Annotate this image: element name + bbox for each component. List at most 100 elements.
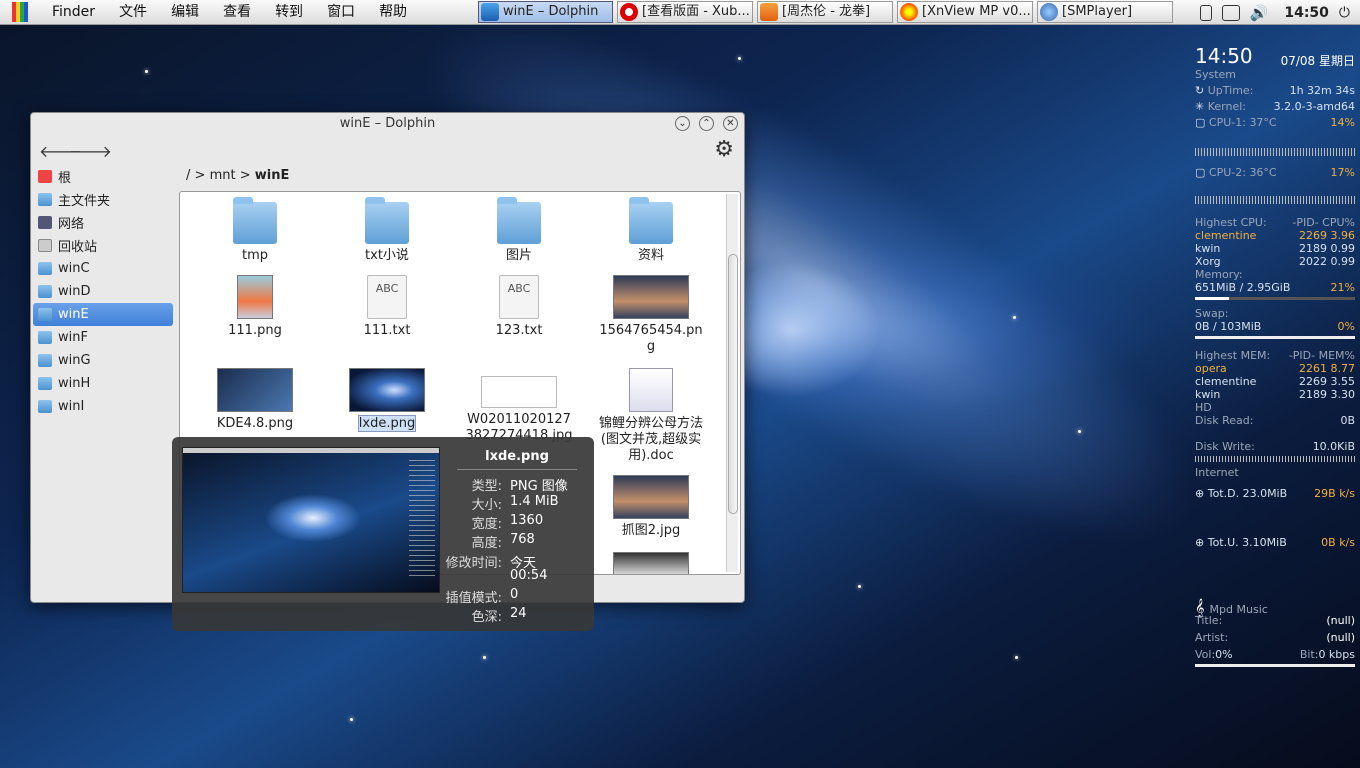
task-smplayer[interactable]: [SMPlayer]: [1037, 1, 1173, 23]
window-titlebar[interactable]: winE – Dolphin ⌄ ⌃ ✕: [31, 113, 744, 135]
menu-file[interactable]: 文件: [107, 0, 159, 25]
value: 0%: [1337, 320, 1355, 333]
place-network[interactable]: 网络: [33, 211, 173, 234]
label: Swap:: [1195, 307, 1229, 320]
info-value: 24: [510, 606, 527, 621]
file-item[interactable]: 资料: [596, 197, 706, 264]
file-name: tmp: [241, 248, 268, 263]
battery-icon[interactable]: [1199, 4, 1212, 21]
menu-view[interactable]: 查看: [211, 0, 263, 25]
proc-pid: 2269: [1299, 375, 1327, 388]
star: [145, 70, 148, 73]
app-menu-logo-icon[interactable]: [0, 0, 40, 25]
file-item[interactable]: W020110201273827274418.jpg: [464, 376, 574, 444]
info-row: 大小: 1.4 MiB: [442, 494, 592, 513]
minimize-icon[interactable]: ⌄: [675, 116, 690, 131]
label: CPU-1:: [1208, 116, 1246, 129]
crumb-current[interactable]: winE: [255, 168, 290, 183]
place-winE[interactable]: winE: [33, 303, 173, 326]
crumb-root[interactable]: /: [186, 168, 190, 183]
place-trash[interactable]: 回收站: [33, 234, 173, 257]
place-winI[interactable]: winI: [33, 395, 173, 418]
conky-disk-write: Disk Write: 10.0KiB: [1195, 440, 1355, 453]
place-winG[interactable]: winG: [33, 349, 173, 372]
folder-icon: [497, 197, 541, 244]
file-item[interactable]: lxde.png: [332, 368, 442, 432]
star: [350, 718, 353, 721]
root-icon: [38, 170, 52, 183]
proc-pid: 2189: [1299, 388, 1327, 401]
task-music[interactable]: [周杰伦 - 龙拳]: [757, 1, 893, 23]
place-home[interactable]: 主文件夹: [33, 188, 173, 211]
conky-vol: Vol:0% Bit:0 kbps: [1195, 648, 1355, 661]
power-icon[interactable]: ⏻: [1339, 5, 1350, 21]
value: 17%: [1330, 166, 1355, 179]
conky-artist: Artist: (null): [1195, 631, 1355, 644]
conky-uptime: ↻ UpTime: 1h 32m 34s: [1195, 84, 1355, 97]
proc-name: kwin: [1195, 242, 1221, 255]
forward-arrow-icon[interactable]: 🡒: [69, 141, 112, 161]
menu-finder[interactable]: Finder: [40, 0, 107, 25]
menu-go[interactable]: 转到: [263, 0, 315, 25]
conky-disk-read: Disk Read: 0B: [1195, 414, 1355, 427]
info-key: 宽度:: [471, 517, 502, 532]
volume-icon[interactable]: 🔊: [1250, 4, 1269, 22]
task-label: [周杰伦 - 龙拳]: [782, 4, 871, 19]
info-row: 类型: PNG 图像: [442, 475, 592, 494]
task-dolphin[interactable]: winE – Dolphin: [478, 1, 613, 23]
folder-icon: [38, 400, 52, 413]
vertical-scrollbar[interactable]: [726, 194, 738, 572]
place-winF[interactable]: winF: [33, 326, 173, 349]
proc-name: Xorg: [1195, 255, 1221, 268]
file-item[interactable]: 1564765454.png: [596, 275, 706, 355]
crumb-mnt[interactable]: mnt: [210, 168, 236, 183]
place-winD[interactable]: winD: [33, 280, 173, 303]
music-progress-bar: [1195, 664, 1355, 667]
file-item[interactable]: ABC 111.txt: [332, 275, 442, 339]
place-winH[interactable]: winH: [33, 372, 173, 395]
scrollbar-thumb[interactable]: [728, 254, 738, 514]
conky-proc: clementine 2269 3.96: [1195, 229, 1355, 242]
file-item[interactable]: KDE4.8.png: [200, 368, 310, 432]
info-key: 大小:: [471, 498, 502, 513]
word-doc-icon: [629, 368, 673, 412]
task-xnview[interactable]: [XnView MP v0...: [897, 1, 1033, 23]
divider: [457, 469, 577, 470]
file-item[interactable]: txt小说: [332, 197, 442, 264]
image-thumbnail: [613, 275, 689, 319]
conky-title: Title: (null): [1195, 614, 1355, 627]
file-item[interactable]: 锦鲤分辨公母方法(图文并茂,超级实用).doc: [596, 368, 706, 464]
dolphin-icon: [481, 3, 499, 21]
maximize-icon[interactable]: ⌃: [699, 116, 714, 131]
memory-bar: [1195, 297, 1355, 300]
place-root[interactable]: 根: [33, 165, 173, 188]
conky-download: ⊕ Tot.D. 23.0MiB 29B k/s: [1195, 487, 1355, 500]
menu-help[interactable]: 帮助: [367, 0, 419, 25]
image-thumbnail: [237, 275, 273, 319]
info-value: 0: [510, 587, 519, 602]
task-opera[interactable]: [查看版面 - Xub...: [617, 1, 753, 23]
close-icon[interactable]: ✕: [723, 116, 738, 131]
info-row: 00:54: [442, 568, 592, 583]
keyboard-icon[interactable]: [1221, 4, 1240, 21]
gear-icon[interactable]: ⚙: [714, 137, 734, 162]
clock[interactable]: 14:50: [1284, 5, 1329, 21]
value: 29B: [1314, 487, 1336, 500]
info-key: 类型:: [471, 479, 502, 494]
menu-edit[interactable]: 编辑: [159, 0, 211, 25]
file-item[interactable]: 111.png: [200, 275, 310, 339]
label: Highest MEM:: [1195, 349, 1271, 362]
file-item[interactable]: 图片: [464, 197, 574, 264]
place-label: winD: [58, 284, 91, 299]
image-thumbnail: [217, 368, 293, 412]
menu-window[interactable]: 窗口: [315, 0, 367, 25]
file-item[interactable]: tmp: [200, 197, 310, 264]
label: Disk Write:: [1195, 440, 1255, 453]
star: [1078, 430, 1081, 433]
conky-time: 14:50: [1195, 44, 1253, 68]
conky-proc: Xorg 2022 0.99: [1195, 255, 1355, 268]
file-item[interactable]: [596, 552, 706, 574]
file-item[interactable]: ABC 123.txt: [464, 275, 574, 339]
place-winC[interactable]: winC: [33, 257, 173, 280]
file-item[interactable]: 抓图2.jpg: [596, 475, 706, 539]
